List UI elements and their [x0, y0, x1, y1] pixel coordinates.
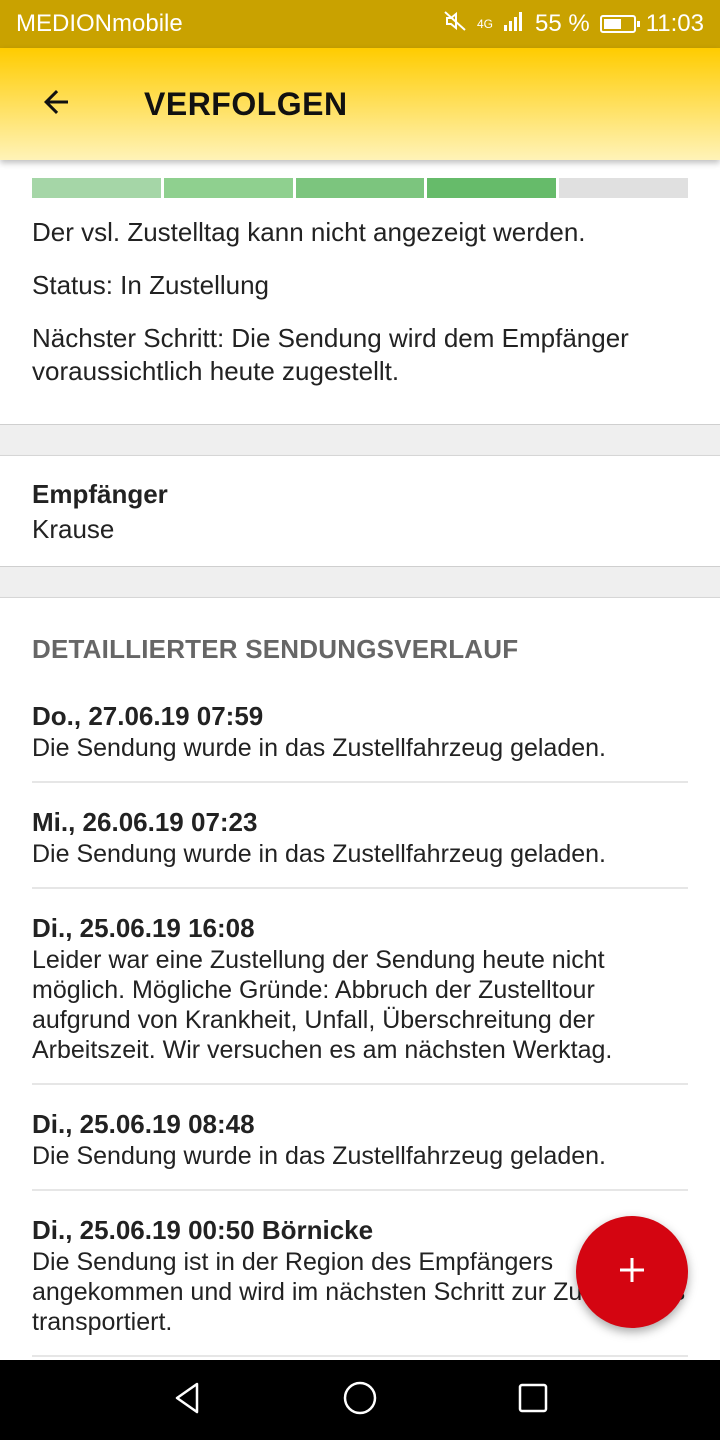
app-bar: VERFOLGEN	[0, 48, 720, 160]
history-date: Di., 25.06.19 16:08	[32, 913, 255, 943]
progress-segment	[295, 178, 425, 198]
history-item: Mi., 26.06.19 07:23 Die Sendung wurde in …	[32, 797, 688, 889]
history-item: Di., 25.06.19 08:48 Die Sendung wurde in …	[32, 1099, 688, 1191]
history-item: Di., 25.06.19 16:08 Leider war eine Zuste…	[32, 903, 688, 1085]
progress-bar	[32, 178, 688, 198]
progress-segment	[559, 178, 688, 198]
back-button[interactable]	[0, 48, 112, 160]
add-button[interactable]	[576, 1216, 688, 1328]
history-description: Die Sendung wurde in das Zustellfahrzeug…	[32, 1142, 606, 1170]
page-title: VERFOLGEN	[144, 85, 348, 122]
recipient-card: Empfänger Krause	[0, 455, 720, 567]
nav-back-icon	[169, 1380, 205, 1421]
recipient-label: Empfänger	[32, 479, 168, 509]
history-description: Die Sendung wurde in das Zustellfahrzeug…	[32, 840, 606, 868]
progress-segment	[427, 178, 557, 198]
network-type: 4G	[477, 17, 494, 31]
arrow-back-icon	[38, 84, 74, 125]
system-nav-bar	[0, 1360, 720, 1440]
carrier-name: MEDIONmobile	[16, 10, 183, 37]
nav-recents-icon	[517, 1382, 549, 1419]
signal-icon	[503, 10, 525, 39]
nav-recents-button[interactable]	[493, 1360, 573, 1440]
progress-segment	[163, 178, 293, 198]
content-scroll[interactable]: Der vsl. Zustelltag kann nicht angezeigt…	[0, 160, 720, 1360]
battery-percent: 55 %	[535, 10, 590, 37]
progress-segment	[32, 178, 161, 198]
history-date: Di., 25.06.19 08:48	[32, 1109, 255, 1139]
clock: 11:03	[645, 10, 704, 37]
mute-icon	[443, 9, 467, 40]
nav-back-button[interactable]	[147, 1360, 227, 1440]
battery-icon	[599, 15, 640, 33]
history-title: DETAILLIERTER SENDUNGSVERLAUF	[32, 634, 519, 664]
nav-home-icon	[342, 1380, 378, 1421]
section-gap	[0, 567, 720, 597]
history-date: Mi., 26.06.19 07:23	[32, 807, 258, 837]
nav-home-button[interactable]	[320, 1360, 400, 1440]
next-step-text: Nächster Schritt: Die Sendung wird dem E…	[32, 323, 629, 386]
shipment-status-card: Der vsl. Zustelltag kann nicht angezeigt…	[0, 160, 720, 425]
plus-icon	[614, 1252, 650, 1293]
status-icons: 4G 55 % 11:03	[443, 9, 704, 40]
history-description: Leider war eine Zustellung der Sendung h…	[32, 946, 613, 1064]
status-bar: MEDIONmobile 4G 55 % 11:03	[0, 0, 720, 48]
history-description: Die Sendung wurde in das Zustellfahrzeug…	[32, 734, 606, 762]
section-gap	[0, 425, 720, 455]
history-item: Do., 27.06.19 07:59 Die Sendung wurde in …	[32, 691, 688, 783]
status-line: Status: In Zustellung	[32, 270, 270, 300]
delivery-day-text: Der vsl. Zustelltag kann nicht angezeigt…	[32, 217, 586, 247]
history-date: Do., 27.06.19 07:59	[32, 701, 264, 731]
recipient-name: Krause	[32, 514, 115, 544]
